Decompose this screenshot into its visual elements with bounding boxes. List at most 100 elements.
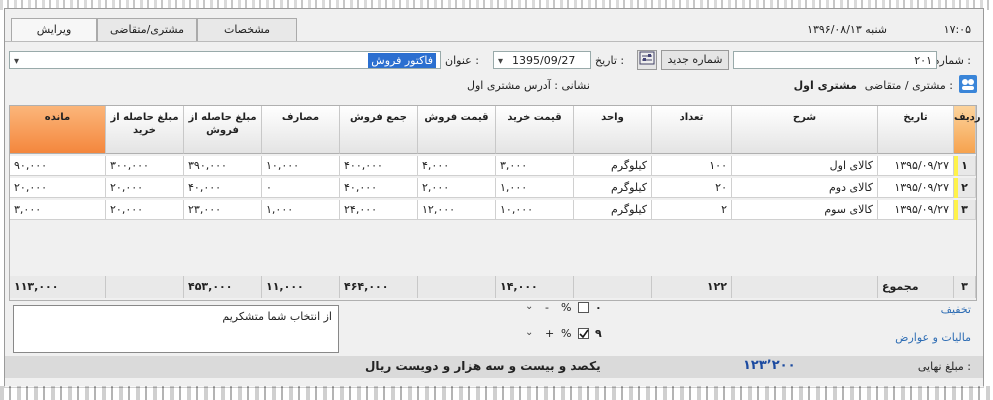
col-header-date[interactable]: تاریخ [878, 106, 954, 154]
tax-percent-checkbox[interactable] [578, 328, 589, 339]
new-number-button[interactable]: شماره جدید [661, 50, 729, 70]
discount-sign[interactable]: - [545, 301, 549, 314]
cell-qty[interactable]: ۱۰۰ [652, 156, 732, 176]
total-unit [574, 276, 652, 298]
cell-desc[interactable]: کالای اول [732, 156, 878, 176]
items-grid: ردیف تاریخ شرح تعداد واحد قیمت خرید قیمت… [9, 105, 981, 301]
total-from-sell: ۴۵۳,۰۰۰ [184, 276, 262, 298]
col-header-from-buy[interactable]: مبلغ حاصله از خرید [106, 106, 184, 154]
final-amount: ۱۲۳٬۲۰۰ [743, 358, 796, 373]
cell-remain[interactable]: ۲۰,۰۰۰ [10, 178, 106, 198]
tab-edit[interactable]: ویرایش [11, 18, 97, 42]
cell-from-sell[interactable]: ۳۹۰,۰۰۰ [184, 156, 262, 176]
cell-cost[interactable]: ۰ [262, 178, 340, 198]
total-label: مجموع [878, 276, 954, 298]
cell-sell[interactable]: ۱۲,۰۰۰ [418, 200, 496, 220]
final-amount-words: یکصد و بیست و سه هزار و دویست ریال [365, 359, 601, 373]
cell-buy[interactable]: ۱,۰۰۰ [496, 178, 574, 198]
col-header-sum[interactable]: جمع فروش [340, 106, 418, 154]
cell-from-sell[interactable]: ۴۰,۰۰۰ [184, 178, 262, 198]
customer-value: مشتری اول [793, 79, 857, 92]
total-cost: ۱۱,۰۰۰ [262, 276, 340, 298]
col-header-from-sell[interactable]: مبلغ حاصله از فروش [184, 106, 262, 154]
tax-value[interactable]: ۹ [595, 327, 602, 340]
date-label: تاریخ : [595, 54, 625, 67]
chevron-down-icon: ▾ [14, 56, 20, 67]
discount-percent-checkbox[interactable] [578, 302, 589, 313]
col-header-buy[interactable]: قیمت خرید [496, 106, 574, 154]
tab-divider [5, 41, 983, 42]
total-from-buy [106, 276, 184, 298]
cell-sell[interactable]: ۲,۰۰۰ [418, 178, 496, 198]
cell-cost[interactable]: ۱۰,۰۰۰ [262, 156, 340, 176]
col-header-cost[interactable]: مصارف [262, 106, 340, 154]
cell-from-buy[interactable]: ۳۰۰,۰۰۰ [106, 156, 184, 176]
col-header-unit[interactable]: واحد [574, 106, 652, 154]
cell-date[interactable]: ۱۳۹۵/۰۹/۲۷ [878, 156, 954, 176]
cell-from-sell[interactable]: ۲۳,۰۰۰ [184, 200, 262, 220]
col-header-sell[interactable]: قیمت فروش [418, 106, 496, 154]
address-label: نشانی : آدرس مشتری اول [467, 79, 590, 92]
tax-percent-sign: % [561, 327, 572, 340]
cell-remain[interactable]: ۳,۰۰۰ [10, 200, 106, 220]
col-header-remain[interactable]: مانده [10, 106, 106, 154]
tax-sign[interactable]: + [545, 327, 554, 340]
cell-sum[interactable]: ۲۴,۰۰۰ [340, 200, 418, 220]
tab-details[interactable]: مشخصات [197, 18, 297, 41]
cell-sell[interactable]: ۴,۰۰۰ [418, 156, 496, 176]
cell-buy[interactable]: ۱۰,۰۰۰ [496, 200, 574, 220]
row-marker [954, 156, 958, 176]
date-input[interactable]: ▾ 1395/09/27 [493, 51, 591, 69]
note-textarea[interactable]: از انتخاب شما متشکریم [13, 305, 339, 353]
discount-value[interactable]: ۰ [595, 301, 602, 314]
number-input[interactable]: ۲۰۱ [733, 51, 937, 69]
tax-link[interactable]: مالیات و عوارض [895, 331, 971, 344]
cell-cost[interactable]: ۱,۰۰۰ [262, 200, 340, 220]
total-sum: ۴۶۴,۰۰۰ [340, 276, 418, 298]
calculator-icon[interactable] [637, 50, 657, 70]
total-remain: ۱۱۳,۰۰۰ [10, 276, 106, 298]
final-label: مبلغ نهایی : [917, 360, 971, 373]
row-marker [954, 200, 958, 220]
number-label: شماره : [933, 54, 971, 67]
total-qty: ۱۲۲ [652, 276, 732, 298]
title-value: فاکتور فروش [368, 53, 436, 68]
discount-percent-sign: % [561, 301, 572, 314]
table-row[interactable]: ۳ ۱۳۹۵/۰۹/۲۷ کالای سوم ۲ کیلوگرم ۱۰,۰۰۰ … [10, 200, 976, 220]
final-amount-bar: مبلغ نهایی : ۱۲۳٬۲۰۰ یکصد و بیست و سه هز… [5, 356, 983, 378]
row-marker [954, 178, 958, 198]
cell-desc[interactable]: کالای سوم [732, 200, 878, 220]
col-header-row[interactable]: ردیف [954, 106, 981, 154]
cell-date[interactable]: ۱۳۹۵/۰۹/۲۷ [878, 178, 954, 198]
cell-date[interactable]: ۱۳۹۵/۰۹/۲۷ [878, 200, 954, 220]
cell-sum[interactable]: ۴۰,۰۰۰ [340, 178, 418, 198]
cell-buy[interactable]: ۳,۰۰۰ [496, 156, 574, 176]
cell-remain[interactable]: ۹۰,۰۰۰ [10, 156, 106, 176]
cell-unit[interactable]: کیلوگرم [574, 178, 652, 198]
torn-edge-bottom [0, 386, 993, 400]
col-header-qty[interactable]: تعداد [652, 106, 732, 154]
cell-sum[interactable]: ۴۰۰,۰۰۰ [340, 156, 418, 176]
discount-link[interactable]: تخفیف [941, 303, 971, 316]
check-icon [579, 329, 589, 339]
title-select[interactable]: ▾ فاکتور فروش [9, 51, 441, 69]
cell-from-buy[interactable]: ۲۰,۰۰۰ [106, 200, 184, 220]
total-count: ۳ [954, 276, 976, 298]
table-row[interactable]: ۱ ۱۳۹۵/۰۹/۲۷ کالای اول ۱۰۰ کیلوگرم ۳,۰۰۰… [10, 156, 976, 176]
cell-qty[interactable]: ۲۰ [652, 178, 732, 198]
customer-label: مشتری / متقاضی : [864, 79, 953, 92]
cell-desc[interactable]: کالای دوم [732, 178, 878, 198]
invoice-window: ویرایش مشتری/متقاضی مشخصات شنبه ۱۳۹۶/۰۸/… [4, 8, 984, 388]
cell-qty[interactable]: ۲ [652, 200, 732, 220]
tab-customer[interactable]: مشتری/متقاضی [97, 18, 197, 41]
table-row[interactable]: ۲ ۱۳۹۵/۰۹/۲۷ کالای دوم ۲۰ کیلوگرم ۱,۰۰۰ … [10, 178, 976, 198]
chevron-down-icon[interactable]: ⌄ [525, 301, 533, 312]
col-header-desc[interactable]: شرح [732, 106, 878, 154]
cell-from-buy[interactable]: ۲۰,۰۰۰ [106, 178, 184, 198]
cell-unit[interactable]: کیلوگرم [574, 200, 652, 220]
chevron-down-icon[interactable]: ⌄ [525, 327, 533, 338]
cell-unit[interactable]: کیلوگرم [574, 156, 652, 176]
customer-icon[interactable] [959, 75, 977, 93]
date-display: شنبه ۱۳۹۶/۰۸/۱۳ [807, 23, 887, 36]
tab-edit-label: ویرایش [36, 23, 72, 36]
